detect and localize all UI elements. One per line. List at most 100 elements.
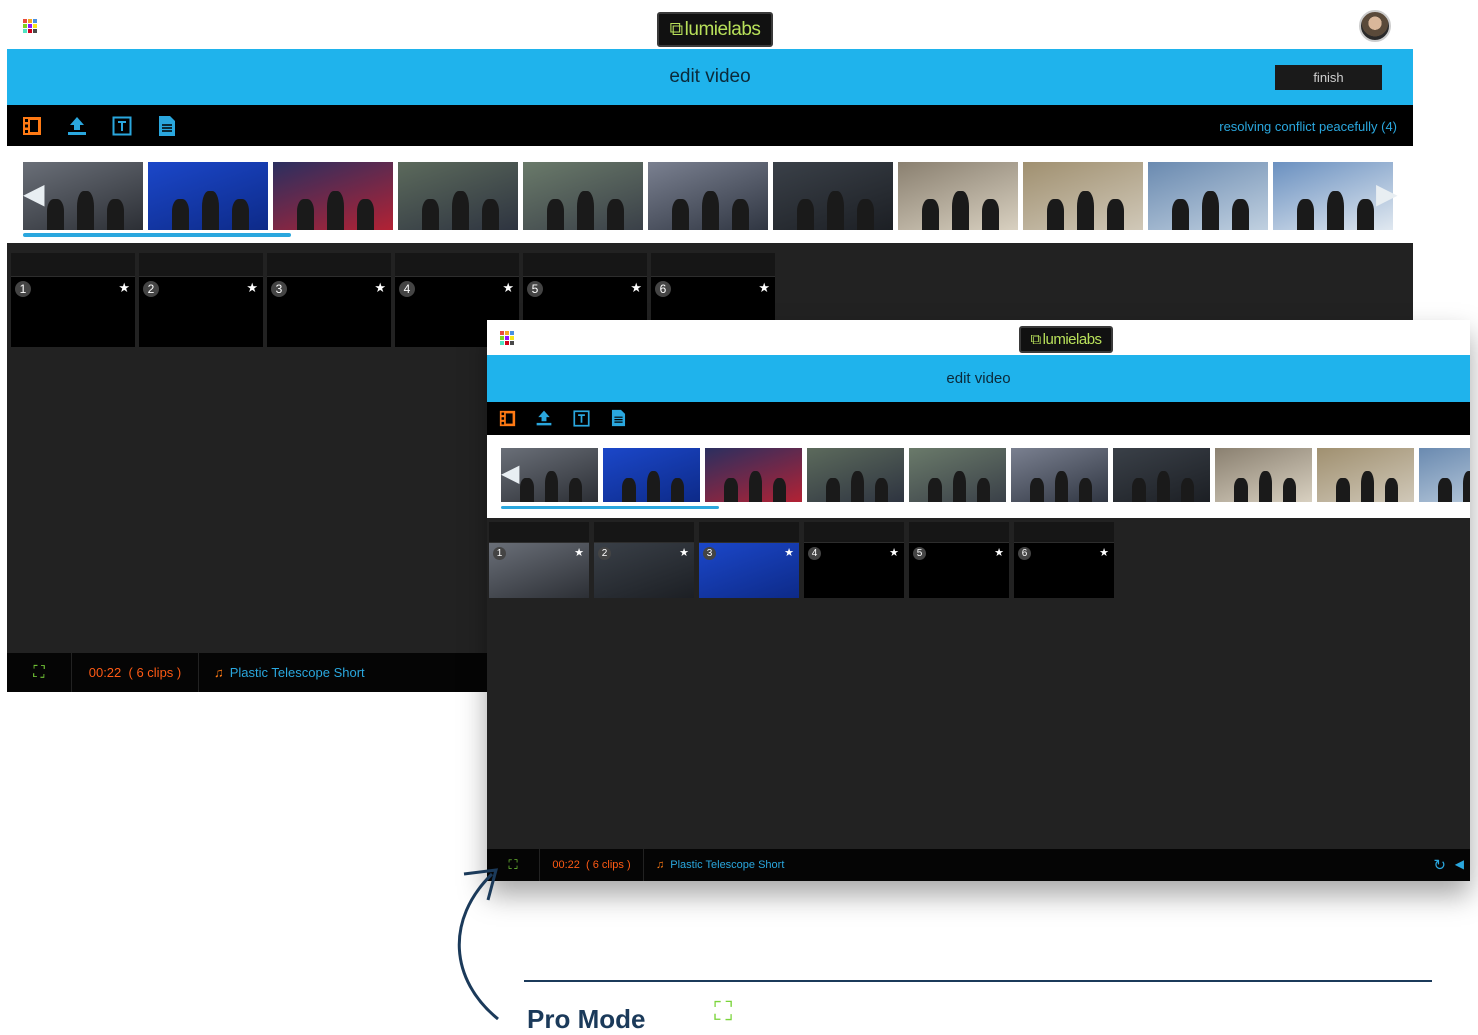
media-thumbnail[interactable]	[898, 162, 1018, 230]
media-thumbnail[interactable]	[1273, 162, 1393, 230]
favorite-star-icon[interactable]: ★	[574, 546, 584, 559]
thumbnail-figure	[827, 191, 844, 230]
media-thumbnail[interactable]	[1113, 448, 1210, 502]
media-thumbnail[interactable]	[148, 162, 268, 230]
favorite-star-icon[interactable]: ★	[889, 546, 899, 559]
thumbnail-figure	[670, 477, 685, 502]
media-thumbnail[interactable]	[1215, 448, 1312, 502]
thumbnail-figure	[826, 477, 840, 502]
thumbnail-figure	[547, 199, 564, 230]
favorite-star-icon[interactable]: ★	[502, 280, 514, 296]
media-thumbnail[interactable]	[1011, 448, 1108, 502]
timeline-slot[interactable]: 2 ★	[594, 522, 694, 598]
timeline-slot[interactable]: 1 ★	[11, 253, 135, 347]
finish-button[interactable]: finish	[1275, 65, 1382, 90]
media-thumbnail[interactable]	[1148, 162, 1268, 230]
thumbnail-figure	[1132, 477, 1146, 502]
music-track[interactable]: ♫ Plastic Telescope Short	[199, 653, 365, 692]
media-thumbnail[interactable]	[705, 448, 802, 502]
film-clip-icon[interactable]	[21, 115, 43, 137]
favorite-star-icon[interactable]: ★	[679, 546, 689, 559]
toolbar	[487, 402, 1470, 435]
strip-scrollbar[interactable]	[501, 506, 719, 509]
thumbnail-figure	[452, 191, 469, 230]
timeline-slot[interactable]: 4 ★	[804, 522, 904, 598]
slot-caption-bar[interactable]	[11, 253, 135, 277]
music-track[interactable]: ♫ Plastic Telescope Short	[644, 849, 1470, 881]
timeline-slot[interactable]: 6 ★	[1014, 522, 1114, 598]
thumbnail-figure	[297, 199, 314, 230]
media-thumbnail[interactable]	[523, 162, 643, 230]
media-thumbnail[interactable]	[807, 448, 904, 502]
volume-icon[interactable]: ◀	[1455, 857, 1464, 871]
title-bar: edit video finish	[7, 49, 1413, 105]
slot-caption-bar[interactable]	[139, 253, 263, 277]
scroll-right-arrow-icon[interactable]: ▶	[1376, 180, 1398, 208]
favorite-star-icon[interactable]: ★	[1099, 546, 1109, 559]
media-thumbnail[interactable]	[398, 162, 518, 230]
media-thumbnail[interactable]	[1023, 162, 1143, 230]
media-thumbnail[interactable]	[648, 162, 768, 230]
favorite-star-icon[interactable]: ★	[994, 546, 1004, 559]
thumbnail-figure	[577, 191, 594, 230]
slot-caption-bar[interactable]	[909, 522, 1009, 543]
title-bar: edit video	[487, 355, 1470, 402]
slot-caption-bar[interactable]	[804, 522, 904, 543]
slot-caption-bar[interactable]	[594, 522, 694, 543]
text-icon[interactable]	[111, 115, 133, 137]
scroll-left-arrow-icon[interactable]: ◀	[23, 180, 45, 208]
thumbnail-figure	[952, 191, 969, 230]
app-grid-icon[interactable]	[500, 331, 514, 345]
slot-caption-bar[interactable]	[267, 253, 391, 277]
refresh-icon[interactable]: ↻	[1433, 856, 1446, 874]
thumbnail-figure	[1172, 199, 1189, 230]
document-icon[interactable]	[609, 408, 627, 428]
timeline-slot[interactable]: 1 ★	[489, 522, 589, 598]
thumbnail-figure	[47, 199, 64, 230]
thumbnail-figure	[1054, 471, 1069, 502]
timeline-slot[interactable]: 3 ★	[267, 253, 391, 347]
favorite-star-icon[interactable]: ★	[118, 280, 130, 296]
text-icon[interactable]	[572, 409, 590, 427]
media-thumbnail[interactable]	[909, 448, 1006, 502]
timeline-duration: 00:22 ( 6 clips )	[540, 849, 644, 881]
media-thumbnail[interactable]	[773, 162, 893, 230]
timeline-slot[interactable]: 3 ★	[699, 522, 799, 598]
timeline-slot[interactable]: 2 ★	[139, 253, 263, 347]
favorite-star-icon[interactable]: ★	[758, 280, 770, 296]
favorite-star-icon[interactable]: ★	[630, 280, 642, 296]
upload-icon[interactable]	[65, 114, 89, 138]
favorite-star-icon[interactable]: ★	[246, 280, 258, 296]
thumbnail-figure	[422, 199, 439, 230]
upload-icon[interactable]	[534, 408, 554, 428]
media-thumbnail[interactable]	[1419, 448, 1470, 502]
strip-scrollbar[interactable]	[23, 233, 291, 237]
project-name[interactable]: resolving conflict peacefully (4)	[1219, 119, 1397, 134]
slot-number: 1	[493, 547, 506, 560]
favorite-star-icon[interactable]: ★	[784, 546, 794, 559]
slot-caption-bar[interactable]	[1014, 522, 1114, 543]
slot-caption-bar[interactable]	[523, 253, 647, 277]
slot-caption-bar[interactable]	[699, 522, 799, 543]
user-avatar[interactable]	[1359, 10, 1391, 42]
slot-caption-bar[interactable]	[651, 253, 775, 277]
thumbnail-figure	[1282, 477, 1297, 502]
media-thumbnail[interactable]	[603, 448, 700, 502]
favorite-star-icon[interactable]: ★	[374, 280, 386, 296]
media-thumbnail[interactable]	[273, 162, 393, 230]
focus-mode-button[interactable]: ⛶	[7, 653, 72, 692]
music-note-icon: ♫	[214, 665, 224, 680]
thumbnail-figure	[1357, 199, 1374, 230]
slot-caption-bar[interactable]	[395, 253, 519, 277]
slot-caption-bar[interactable]	[489, 522, 589, 543]
thumbnail-figure	[1297, 199, 1314, 230]
thumbnail-figure	[922, 199, 939, 230]
document-icon[interactable]	[156, 114, 178, 138]
film-clip-icon[interactable]	[498, 409, 516, 427]
media-thumbnail[interactable]	[1317, 448, 1414, 502]
slot-number: 4	[808, 547, 821, 560]
scroll-left-arrow-icon[interactable]: ◀	[501, 462, 519, 486]
timeline-slot[interactable]: 5 ★	[909, 522, 1009, 598]
thumbnail-figure	[1077, 191, 1094, 230]
app-grid-icon[interactable]	[23, 19, 37, 33]
